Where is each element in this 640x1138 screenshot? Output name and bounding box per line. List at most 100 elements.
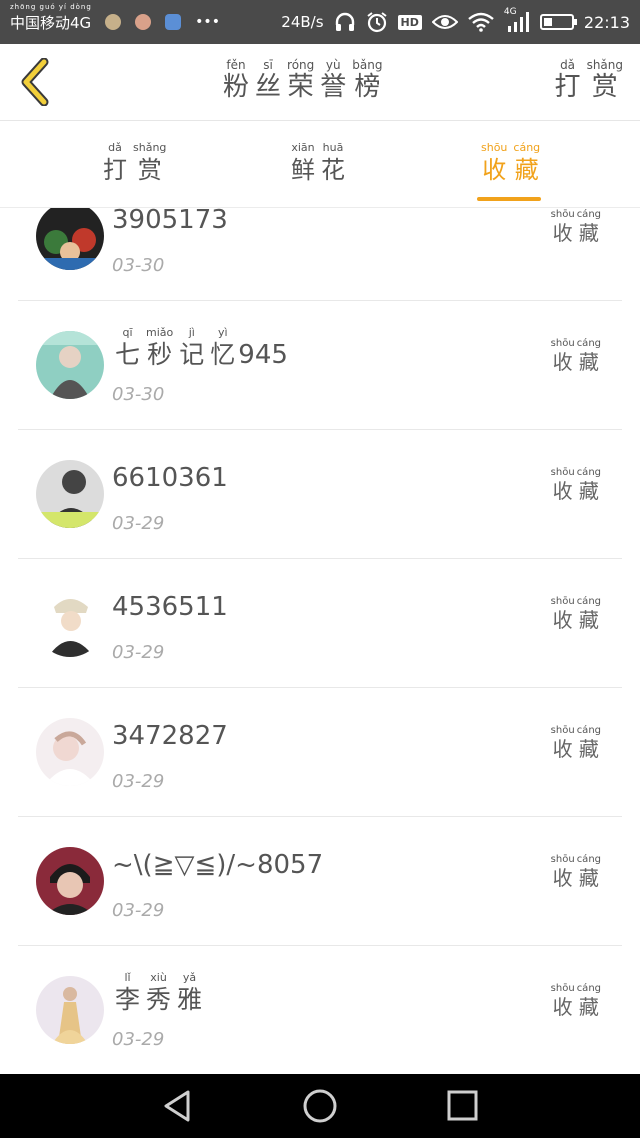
- list-item[interactable]: 6610361 03-29 shōu 收 cáng 藏: [18, 431, 622, 559]
- hanzi: 收: [552, 866, 573, 890]
- eye-icon: [431, 15, 458, 29]
- pinyin: cáng: [576, 596, 601, 607]
- list-item[interactable]: qī 七 miǎo 秒 jì 记 yì 忆 945 03-30 shōu 收 cáng 藏: [18, 302, 622, 430]
- hanzi: 收: [552, 995, 573, 1019]
- pinyin: cáng: [576, 467, 601, 478]
- list-item[interactable]: 4536511 03-29 shōu 收 cáng 藏: [18, 560, 622, 688]
- app-header: fěn 粉 sī 丝 róng 荣 yù 誉 bǎng 榜 dǎ 打 shǎng 赏: [0, 44, 640, 121]
- pinyin: shōu: [481, 141, 508, 154]
- pinyin: shǎng: [133, 141, 167, 154]
- pinyin: cáng: [576, 725, 601, 736]
- signal-icon: 4G: [504, 7, 530, 33]
- pinyin: cáng: [576, 983, 601, 994]
- hanzi: 鲜: [291, 156, 315, 184]
- hanzi: 荣: [287, 72, 314, 102]
- list-item[interactable]: 3472827 03-29 shōu 收 cáng 藏: [18, 689, 622, 817]
- hanzi: 秀: [146, 985, 172, 1014]
- pinyin: xiān: [291, 141, 315, 154]
- pinyin: shōu: [550, 467, 575, 478]
- avatar[interactable]: [36, 718, 104, 786]
- hanzi: 打: [103, 156, 127, 184]
- status-right: 24B/s HD 4G 22:13: [281, 7, 630, 33]
- list-item[interactable]: lǐ 李 xiù 秀 yǎ 雅 03-29 shōu 收 cáng 藏: [18, 947, 622, 1074]
- pinyin: huā: [322, 141, 344, 154]
- hanzi: 誉: [320, 72, 347, 102]
- back-arrow-icon[interactable]: [18, 58, 54, 106]
- ruby-char: cáng 藏: [577, 467, 601, 503]
- ruby-char: shōu 收: [551, 467, 575, 503]
- ruby-char: qī 七: [115, 326, 140, 370]
- hanzi: 花: [321, 156, 345, 184]
- ruby-char: shǎng 赏: [587, 58, 623, 102]
- pinyin: cáng: [576, 338, 601, 349]
- pinyin: lǐ: [124, 971, 131, 984]
- hanzi: 榜: [354, 72, 381, 102]
- wifi-icon: [468, 12, 494, 32]
- pinyin: cáng: [576, 854, 601, 865]
- pinyin: fěn: [226, 58, 246, 72]
- ruby-char: cáng 藏: [577, 725, 601, 761]
- hanzi: 记: [179, 340, 205, 369]
- hanzi: 藏: [578, 479, 599, 503]
- pinyin: cáng: [513, 141, 541, 154]
- list-item[interactable]: 3905173 03-30 shōu 收 cáng 藏: [18, 208, 622, 301]
- recent-square-icon[interactable]: [442, 1088, 482, 1124]
- hanzi: 收: [552, 479, 573, 503]
- avatar[interactable]: [36, 460, 104, 528]
- more-dots-icon: •••: [195, 14, 220, 30]
- reward-button[interactable]: dǎ 打 shǎng 赏: [552, 58, 626, 102]
- battery-icon: [539, 14, 577, 30]
- ruby-char: lǐ 李: [115, 971, 140, 1015]
- pinyin: sī: [263, 58, 273, 72]
- hanzi: 收: [552, 350, 573, 374]
- favorite-label: shōu 收 cáng 藏: [550, 854, 602, 890]
- hanzi: 藏: [578, 350, 599, 374]
- tab-flowers[interactable]: xiān 鲜 huā 花: [288, 141, 348, 185]
- tab-bar: dǎ 打 shǎng 赏 xiān 鲜 huā 花 shōu 收 cáng 藏: [0, 121, 640, 208]
- hanzi: 藏: [578, 221, 599, 245]
- ruby-char: yì 忆: [210, 326, 235, 370]
- ruby-char: cáng 藏: [513, 141, 540, 185]
- user-name: ~\(≧▽≦)/~8057: [112, 850, 324, 880]
- favorite-label: shōu 收 cáng 藏: [550, 209, 602, 245]
- ruby-char: dǎ 打: [555, 58, 581, 102]
- ruby-char: shōu 收: [551, 338, 575, 374]
- ruby-char: shōu 收: [551, 983, 575, 1019]
- active-tab-indicator: [477, 197, 541, 201]
- tab-reward[interactable]: dǎ 打 shǎng 赏: [100, 141, 169, 185]
- hanzi: 丝: [255, 72, 282, 102]
- page-title: fěn 粉 sī 丝 róng 荣 yù 誉 bǎng 榜: [220, 58, 385, 102]
- ruby-char: shǎng 赏: [133, 141, 166, 185]
- home-circle-icon[interactable]: [300, 1088, 340, 1124]
- app-icon: [105, 14, 122, 30]
- ruby-char: huā 花: [321, 141, 345, 185]
- avatar[interactable]: [36, 208, 104, 270]
- favorite-date: 03-29: [112, 771, 165, 792]
- ruby-char: cáng 藏: [577, 854, 601, 890]
- favorite-date: 03-30: [112, 384, 165, 405]
- back-triangle-icon[interactable]: [158, 1088, 198, 1124]
- ruby-char: shōu 收: [551, 725, 575, 761]
- ruby-char: miǎo 秒: [146, 326, 173, 370]
- user-name: 3472827: [112, 721, 228, 751]
- tab-favorites[interactable]: shōu 收 cáng 藏: [478, 141, 543, 185]
- avatar[interactable]: [36, 331, 104, 399]
- location-icon: [165, 14, 182, 30]
- ruby-char: sī 丝: [255, 58, 281, 102]
- avatar[interactable]: [36, 847, 104, 915]
- hanzi: 收: [552, 737, 573, 761]
- avatar[interactable]: [36, 976, 104, 1044]
- list-item[interactable]: ~\(≧▽≦)/~8057 03-29 shōu 收 cáng 藏: [18, 818, 622, 946]
- pinyin: shōu: [550, 338, 575, 349]
- pinyin: shōu: [550, 725, 575, 736]
- user-name: qī 七 miǎo 秒 jì 记 yì 忆 945: [112, 326, 288, 370]
- avatar[interactable]: [36, 589, 104, 657]
- user-name: 6610361: [112, 463, 228, 493]
- ruby-char: róng 荣: [287, 58, 314, 102]
- carrier-name: zhōng guó yí dòng 中国移动4G: [10, 2, 92, 32]
- ruby-char: fěn 粉: [223, 58, 249, 102]
- fan-list[interactable]: 3905173 03-30 shōu 收 cáng 藏 qī 七 miǎo 秒 jì 记 yì 忆 9…: [0, 208, 640, 1074]
- pinyin: bǎng: [352, 58, 383, 72]
- pinyin: jì: [188, 326, 195, 339]
- favorite-date: 03-29: [112, 642, 165, 663]
